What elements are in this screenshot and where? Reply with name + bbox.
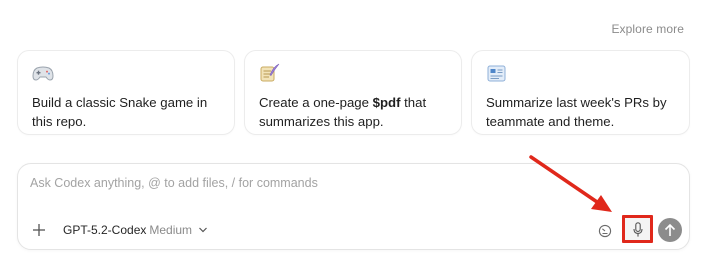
model-name: GPT-5.2-Codex	[63, 223, 147, 237]
model-selector[interactable]: GPT-5.2-Codex Medium	[63, 223, 208, 237]
suggestion-card-pdf[interactable]: Create a one-page $pdf that summarizes t…	[244, 50, 462, 135]
suggestion-text-part: Create a one-page	[259, 95, 373, 110]
suggestion-card-prs[interactable]: Summarize last week's PRs by teammate an…	[471, 50, 690, 135]
prompt-input[interactable]	[30, 176, 590, 190]
scroll-quill-icon	[260, 63, 280, 82]
gamepad-icon	[32, 66, 54, 81]
suggestion-card-snake[interactable]: Build a classic Snake game in this repo.	[17, 50, 235, 135]
suggestion-text: Create a one-page $pdf that summarizes t…	[259, 93, 447, 131]
suggestion-text: Summarize last week's PRs by teammate an…	[486, 95, 667, 129]
codex-home: Explore more Build a classic Snake game …	[0, 0, 720, 261]
mic-highlight-box	[622, 215, 653, 243]
gauge-icon[interactable]	[598, 224, 612, 238]
reasoning-effort: Medium	[149, 223, 193, 237]
document-card-icon	[487, 65, 506, 82]
chevron-down-icon	[199, 227, 207, 233]
suggestion-text: Build a classic Snake game in this repo.	[32, 95, 208, 129]
send-button[interactable]	[658, 218, 682, 242]
arrow-up-icon	[664, 223, 676, 236]
microphone-icon[interactable]	[633, 222, 643, 238]
composer: GPT-5.2-Codex Medium	[17, 163, 690, 250]
suggestion-cards: Build a classic Snake game in this repo.…	[17, 50, 690, 135]
pdf-skill-token: $pdf	[372, 95, 401, 110]
plus-icon[interactable]	[30, 221, 48, 239]
explore-more-link[interactable]: Explore more	[611, 22, 684, 36]
